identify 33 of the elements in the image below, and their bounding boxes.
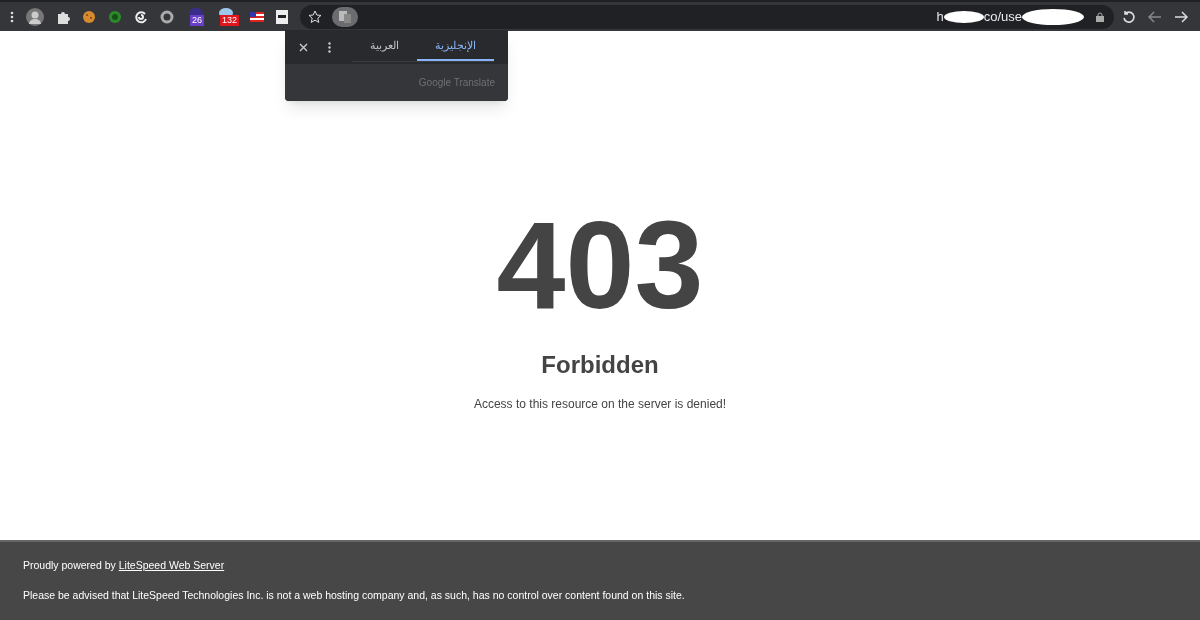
language-tab[interactable]: الإنجليزية	[417, 32, 494, 61]
avatar-icon[interactable]	[26, 7, 44, 26]
cookie-icon[interactable]	[82, 9, 96, 24]
count-badge: 132	[220, 14, 240, 26]
translate-icon	[339, 10, 351, 23]
reload-icon[interactable]	[1122, 9, 1136, 24]
forward-arrow-icon[interactable]	[1174, 10, 1188, 23]
redaction-mark	[1022, 8, 1084, 25]
count-badge: 26	[190, 14, 204, 26]
close-icon[interactable]	[299, 42, 308, 52]
brand-text: Google Translate	[418, 76, 495, 90]
translate-button[interactable]	[332, 6, 358, 27]
swirl-icon[interactable]	[134, 9, 148, 24]
redaction-mark	[943, 9, 984, 24]
error-message: Access to this resource on the server is denied!	[473, 396, 727, 413]
url-text[interactable]: h	[936, 6, 944, 27]
server-link[interactable]: LiteSpeed Web Server	[118, 559, 225, 571]
lock-icon[interactable]	[1096, 11, 1104, 22]
more-icon[interactable]	[328, 41, 331, 53]
back-arrow-icon[interactable]	[1148, 10, 1162, 23]
flag-icon[interactable]	[250, 11, 264, 22]
language-tab[interactable]: العربية	[352, 32, 417, 61]
error-code: 403	[496, 203, 704, 327]
error-title: Forbidden	[541, 350, 659, 380]
ring-dot-icon[interactable]	[108, 9, 122, 24]
disclaimer-text: Please be advised that LiteSpeed Technologies Inc. is not a web hosting company and, as such, has no control over content found on this site.	[23, 587, 686, 603]
powered-by-text: Proudly powered by	[23, 559, 116, 571]
menu-icon[interactable]	[10, 10, 14, 23]
puzzle-icon[interactable]	[56, 9, 70, 24]
url-text[interactable]: co/use	[983, 6, 1022, 27]
document-icon[interactable]	[276, 9, 288, 24]
ring-icon[interactable]	[160, 9, 174, 24]
star-icon[interactable]	[308, 9, 322, 24]
